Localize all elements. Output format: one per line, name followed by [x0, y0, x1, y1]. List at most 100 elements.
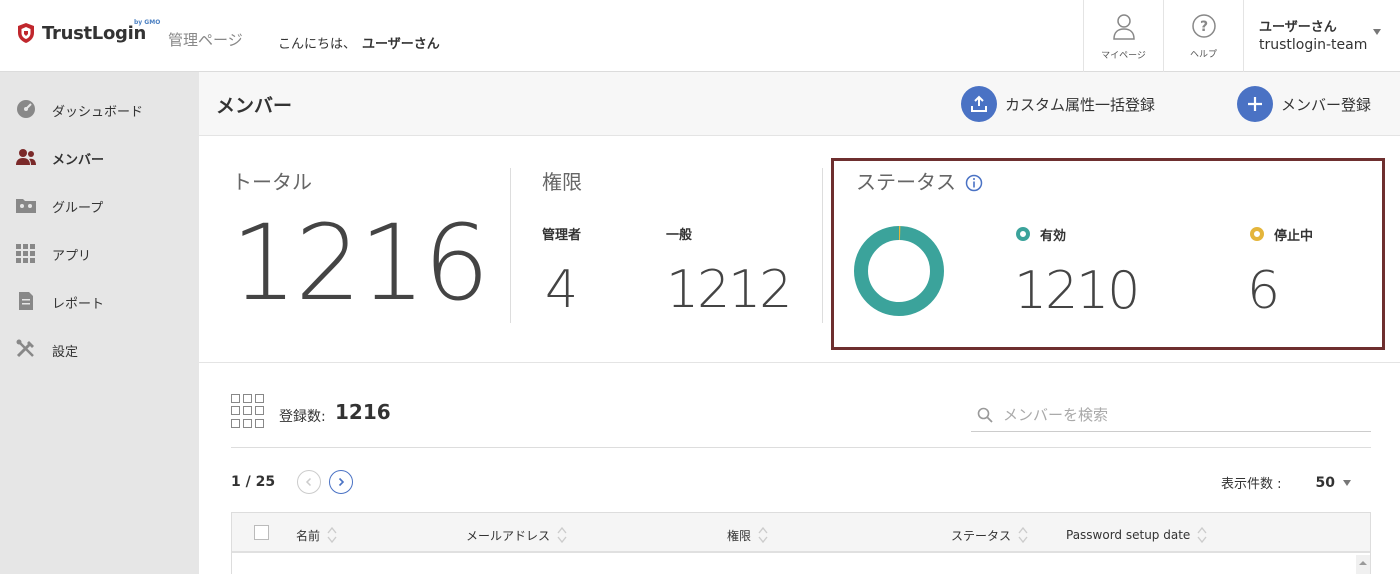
sort-icon: [327, 526, 337, 544]
per-page-label: 表示件数 :: [1221, 477, 1282, 492]
sort-icon: [1018, 526, 1028, 544]
per-page-value: 50: [1315, 474, 1335, 491]
grid-icon: [231, 394, 265, 428]
logo-sub: by GMO: [134, 19, 161, 26]
group-icon: [16, 199, 36, 213]
sidebar-item-label: アプリ: [52, 249, 92, 264]
help-button[interactable]: ? ヘルプ: [1163, 0, 1243, 72]
greeting: こんにちは、 ユーザーさん: [278, 33, 440, 52]
greeting-text: こんにちは、: [278, 37, 357, 52]
user-menu[interactable]: ユーザーさん trustlogin-team: [1243, 0, 1400, 72]
paused-dot: [1250, 227, 1264, 241]
column-label: 権限: [727, 528, 752, 543]
admin-page-label: 管理ページ: [168, 31, 243, 49]
sort-icon: [758, 526, 768, 544]
upload-icon: [961, 86, 997, 122]
chevron-right-icon: [339, 477, 345, 487]
bulk-register-label: カスタム属性一括登録: [1005, 95, 1156, 114]
member-search[interactable]: [971, 398, 1371, 432]
paused-value: 6: [1247, 261, 1280, 321]
sidebar-item-label: ダッシュボード: [52, 105, 144, 120]
column-header-status[interactable]: ステータス: [951, 525, 1029, 545]
add-member-label: メンバー登録: [1281, 95, 1372, 114]
status-donut-chart: [854, 226, 944, 316]
general-label: 一般: [666, 228, 693, 243]
apps-icon: [16, 244, 35, 263]
paused-label: 停止中: [1274, 229, 1314, 244]
column-label: メールアドレス: [466, 528, 551, 543]
total-label: トータル: [232, 170, 312, 194]
general-value: 1212: [666, 260, 792, 320]
members-icon: [16, 149, 36, 165]
help-icon: ?: [1191, 13, 1216, 38]
main-content: メンバー カスタム属性一括登録 メンバー登録 トータル 1216 権限 管理者 …: [199, 72, 1400, 574]
user-name: ユーザーさん: [1259, 20, 1337, 35]
select-all-checkbox[interactable]: [254, 525, 269, 540]
per-page-select[interactable]: 表示件数 : 50: [1221, 473, 1351, 492]
bulk-register-button[interactable]: カスタム属性一括登録: [961, 86, 1155, 122]
mypage-label: マイページ: [1101, 50, 1146, 61]
status-label: ステータス: [856, 170, 956, 194]
column-label: 名前: [296, 528, 321, 543]
registered-count-value: 1216: [335, 400, 391, 424]
sidebar-item-label: 設定: [52, 345, 79, 360]
member-list-header: 登録数: 1216: [231, 394, 1371, 448]
active-label: 有効: [1040, 229, 1067, 244]
sidebar-item-label: メンバー: [52, 153, 105, 168]
prev-page-button[interactable]: [297, 470, 322, 494]
donut-active-segment: [854, 226, 944, 316]
divider: [510, 168, 511, 323]
search-input[interactable]: [1003, 405, 1363, 424]
pagination: 1 / 25: [231, 470, 354, 494]
table-scrollbar[interactable]: [1356, 555, 1370, 574]
shield-logo-icon: [18, 23, 34, 43]
chevron-left-icon: [306, 477, 312, 487]
column-header-role[interactable]: 権限: [727, 525, 769, 545]
next-page-button[interactable]: [329, 470, 354, 494]
greeting-name: ユーザーさん: [362, 37, 440, 52]
info-icon[interactable]: [965, 174, 983, 192]
caret-down-icon: [1343, 479, 1351, 486]
logo-text: TrustLogin: [42, 22, 147, 44]
mypage-button[interactable]: マイページ: [1083, 0, 1163, 72]
active-value: 1210: [1014, 261, 1140, 321]
help-label: ヘルプ: [1189, 49, 1217, 60]
stats-panel: トータル 1216 権限 管理者 4 一般 1212 ステータス 有効 1210…: [199, 136, 1400, 363]
header: TrustLogin by GMO 管理ページ こんにちは、 ユーザーさん マイペ…: [0, 0, 1400, 72]
sidebar-item-members[interactable]: メンバー: [0, 137, 199, 177]
sidebar-item-dashboard[interactable]: ダッシュボード: [0, 89, 199, 129]
column-header-email[interactable]: メールアドレス: [466, 525, 568, 545]
active-dot: [1016, 227, 1030, 241]
settings-icon: [16, 339, 34, 358]
sidebar-item-settings[interactable]: 設定: [0, 329, 199, 369]
svg-text:?: ?: [1199, 19, 1207, 35]
role-label: 権限: [542, 170, 582, 194]
sidebar: ダッシュボード メンバー グループ アプリ レポート 設定: [0, 72, 199, 574]
sort-icon: [1197, 526, 1207, 544]
person-icon: [1112, 13, 1135, 40]
scroll-up-icon: [1359, 561, 1367, 565]
report-icon: [19, 292, 33, 310]
search-icon: [977, 407, 993, 423]
add-member-button[interactable]: メンバー登録: [1237, 86, 1371, 122]
dashboard-icon: [17, 100, 35, 118]
admin-value: 4: [545, 260, 578, 320]
column-header-name[interactable]: 名前: [296, 525, 338, 545]
total-value: 1216: [231, 202, 490, 324]
sort-icon: [557, 526, 567, 544]
divider: [822, 168, 823, 323]
title-bar: メンバー カスタム属性一括登録 メンバー登録: [199, 72, 1400, 136]
member-table: 名前 メールアドレス 権限 ステータス Password setup date: [231, 512, 1371, 574]
plus-icon: [1237, 86, 1273, 122]
table-header: 名前 メールアドレス 権限 ステータス Password setup date: [232, 513, 1370, 553]
sidebar-item-report[interactable]: レポート: [0, 281, 199, 321]
sidebar-item-group[interactable]: グループ: [0, 185, 199, 225]
sidebar-item-apps[interactable]: アプリ: [0, 233, 199, 273]
admin-label: 管理者: [542, 228, 582, 243]
user-team: trustlogin-team: [1259, 37, 1368, 53]
sidebar-item-label: レポート: [52, 297, 105, 312]
page-title: メンバー: [216, 95, 293, 117]
page-indicator: 1 / 25: [231, 474, 276, 490]
logo[interactable]: TrustLogin: [16, 22, 146, 44]
column-header-password-date[interactable]: Password setup date: [1066, 525, 1208, 545]
